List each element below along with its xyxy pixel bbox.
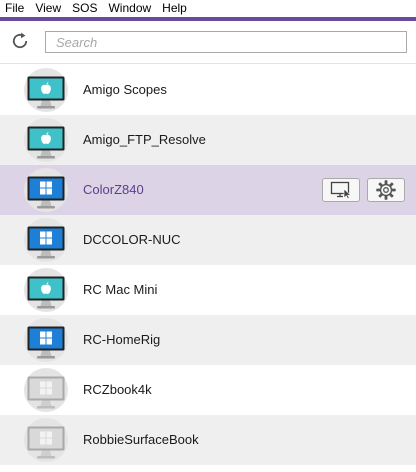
- device-row[interactable]: RobbieSurfaceBook: [0, 415, 416, 465]
- device-list: Amigo Scopes Amigo_FTP_Resolve ColorZ840 DC…: [0, 65, 416, 472]
- device-name: DCCOLOR-NUC: [83, 232, 181, 247]
- mac-computer-icon: [24, 268, 68, 312]
- device-row[interactable]: Amigo Scopes: [0, 65, 416, 115]
- gear-icon: [376, 180, 396, 200]
- mac-computer-icon: [24, 118, 68, 162]
- device-name: RC Mac Mini: [83, 282, 158, 297]
- device-row[interactable]: ColorZ840: [0, 165, 416, 215]
- windows-computer-icon: [24, 318, 68, 362]
- menu-file[interactable]: File: [0, 0, 30, 17]
- device-name: Amigo Scopes: [83, 82, 167, 97]
- device-row[interactable]: RC-HomeRig: [0, 315, 416, 365]
- menu-view[interactable]: View: [30, 0, 67, 17]
- device-name: RC-HomeRig: [83, 332, 161, 347]
- remote-control-icon: [330, 181, 352, 199]
- device-name: RCZbook4k: [83, 382, 152, 397]
- search-input[interactable]: [46, 32, 406, 52]
- device-name: ColorZ840: [83, 182, 144, 197]
- windows-computer-icon: [24, 168, 68, 212]
- search-box: [45, 31, 407, 53]
- menu-help[interactable]: Help: [157, 0, 193, 17]
- device-row[interactable]: DCCOLOR-NUC: [0, 215, 416, 265]
- connect-button[interactable]: [322, 178, 360, 202]
- windows-computer-icon: [24, 218, 68, 262]
- offline-windows-computer-icon: [24, 418, 68, 462]
- offline-windows-computer-icon: [24, 368, 68, 412]
- device-row[interactable]: RCZbook4k: [0, 365, 416, 415]
- refresh-button[interactable]: [9, 30, 31, 52]
- mac-computer-icon: [24, 68, 68, 112]
- menu-bar: File View SOS Window Help: [0, 0, 416, 17]
- device-name: RobbieSurfaceBook: [83, 432, 199, 447]
- refresh-icon: [12, 32, 28, 49]
- menu-window[interactable]: Window: [103, 0, 157, 17]
- device-row[interactable]: Amigo_FTP_Resolve: [0, 115, 416, 165]
- settings-button[interactable]: [367, 178, 405, 202]
- toolbar: [0, 21, 416, 64]
- device-name: Amigo_FTP_Resolve: [83, 132, 206, 147]
- menu-sos[interactable]: SOS: [67, 0, 103, 17]
- device-row[interactable]: RC Mac Mini: [0, 265, 416, 315]
